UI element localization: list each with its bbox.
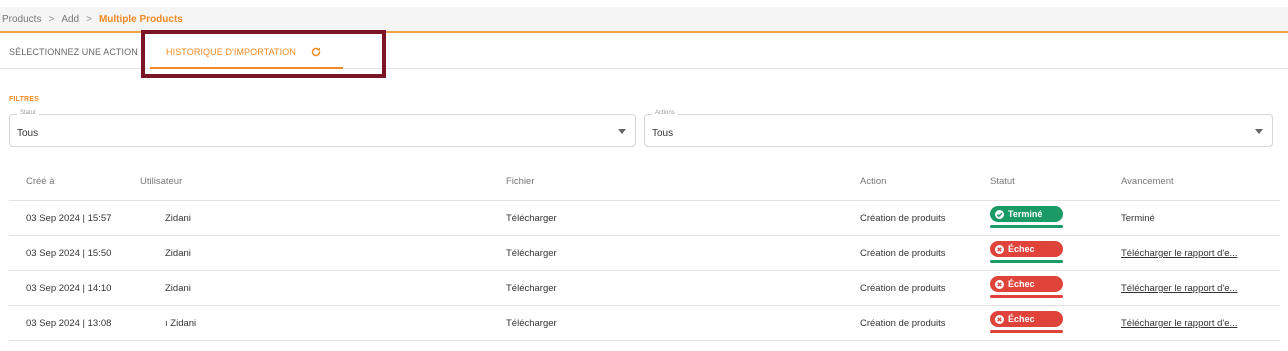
table-row: 03 Sep 2024 | 13:08 ı Zidani Télécharger… [9,306,1280,341]
cell-created: 03 Sep 2024 | 15:57 [26,213,112,224]
column-header-file[interactable]: Fichier [506,176,535,187]
download-error-report-link[interactable]: Télécharger le rapport d'e... [1121,248,1237,259]
actions-filter-value: Tous [652,128,674,139]
cell-user: ı Zidani [165,318,197,329]
status-badge: Échec [990,241,1063,263]
status-badge-label: Échec [1008,314,1035,324]
active-tab-indicator [150,67,343,69]
status-underline [990,295,1063,298]
status-badge-label: Terminé [1008,209,1043,219]
status-underline [990,225,1063,228]
status-underline [990,260,1063,263]
cell-created: 03 Sep 2024 | 13:08 [26,318,112,329]
status-underline [990,330,1063,333]
cell-action: Création de produits [860,213,946,224]
x-circle-icon [995,314,1004,324]
status-badge-label: Échec [1008,279,1035,289]
actions-filter-label: Actions [652,110,678,116]
status-filter-select[interactable]: Statut Tous [9,110,636,147]
download-error-report-link[interactable]: Télécharger le rapport d'e... [1121,283,1237,294]
cell-file-download[interactable]: Télécharger [506,213,557,224]
table-header: Créé à Utilisateur Fichier Action Statut… [9,164,1280,201]
column-header-status[interactable]: Statut [990,176,1015,187]
cell-action: Création de produits [860,283,946,294]
table-row: 03 Sep 2024 | 15:50 Zidani Télécharger C… [9,236,1280,271]
x-circle-icon [995,279,1004,289]
cell-user: Zidani [165,248,191,259]
cell-action: Création de produits [860,248,946,259]
table-row: 03 Sep 2024 | 14:10 Zidani Télécharger C… [9,271,1280,306]
actions-filter-select[interactable]: Actions Tous [644,110,1273,147]
breadcrumb-products[interactable]: Products [2,14,41,25]
status-filter-value: Tous [17,128,39,139]
download-error-report-link[interactable]: Télécharger le rapport d'e... [1121,318,1237,329]
breadcrumb-add[interactable]: Add [61,14,79,25]
cell-user: Zidani [165,283,191,294]
breadcrumb-current: Multiple Products [98,13,183,25]
refresh-icon[interactable] [310,46,322,58]
x-circle-icon [995,244,1004,254]
caret-down-icon [618,129,626,134]
status-filter-label: Statut [17,110,39,116]
caret-down-icon [1255,129,1263,134]
filters-title: FILTRES [9,96,40,103]
import-history-table: Créé à Utilisateur Fichier Action Statut… [9,164,1280,341]
tab-select-action[interactable]: SÉLECTIONNEZ UNE ACTION [9,35,138,69]
tab-import-history[interactable]: HISTORIQUE D'IMPORTATION [150,35,343,69]
cell-action: Création de produits [860,318,946,329]
tab-select-action-label: SÉLECTIONNEZ UNE ACTION [9,47,138,57]
cell-user: Zidani [165,213,191,224]
cell-file-download[interactable]: Télécharger [506,248,557,259]
status-badge-label: Échec [1008,244,1035,254]
column-header-progress[interactable]: Avancement [1121,176,1174,187]
breadcrumb-separator: > [86,13,92,25]
cell-created: 03 Sep 2024 | 14:10 [26,283,112,294]
cell-file-download[interactable]: Télécharger [506,283,557,294]
status-badge: Terminé [990,206,1063,228]
cell-created: 03 Sep 2024 | 15:50 [26,248,112,259]
status-badge: Échec [990,311,1063,333]
status-badge: Échec [990,276,1063,298]
cell-progress: Terminé [1121,213,1155,224]
column-header-user[interactable]: Utilisateur [140,176,182,187]
breadcrumb: Products > Add > Multiple Products [0,7,1288,33]
check-circle-icon [995,209,1004,219]
tab-bar: SÉLECTIONNEZ UNE ACTION HISTORIQUE D'IMP… [0,35,1288,69]
cell-file-download[interactable]: Télécharger [506,318,557,329]
column-header-action[interactable]: Action [860,176,886,187]
tab-import-history-label: HISTORIQUE D'IMPORTATION [166,47,296,57]
breadcrumb-separator: > [48,13,55,25]
table-row: 03 Sep 2024 | 15:57 Zidani Télécharger C… [9,201,1280,236]
column-header-created[interactable]: Créé à [26,176,55,187]
